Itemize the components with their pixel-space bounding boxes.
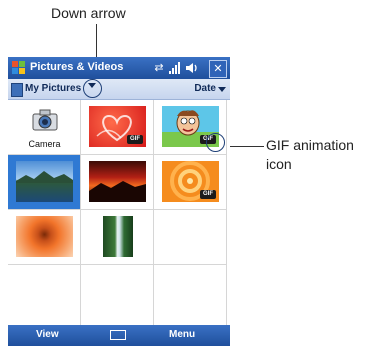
gif-callout-line2: icon (266, 156, 292, 172)
down-arrow-highlight (83, 79, 102, 98)
keyboard-icon[interactable] (110, 330, 126, 340)
signal-icon[interactable] (168, 61, 182, 75)
device-screen: Pictures & Videos ⇄ ✕ My Pictures Date C… (8, 57, 230, 346)
camera-tile[interactable]: Camera (8, 100, 81, 155)
gif-animation-icon: GIF (200, 190, 216, 199)
title-bar: Pictures & Videos ⇄ ✕ (8, 57, 230, 79)
camera-label: Camera (28, 139, 61, 149)
flower-image (16, 216, 73, 257)
soft-key-bar: View Menu (8, 325, 230, 346)
sunset-image (89, 161, 146, 202)
heart-image: GIF (89, 106, 146, 147)
thumbnail-lake[interactable] (8, 155, 81, 210)
gif-leader (226, 146, 264, 147)
menu-softkey[interactable]: Menu (169, 329, 195, 340)
down-arrow-callout: Down arrow (51, 5, 126, 21)
gif-icon-highlight (206, 133, 225, 152)
sort-dropdown[interactable]: Date (194, 83, 216, 94)
sync-icon[interactable]: ⇄ (152, 61, 166, 75)
thumbnail-waterfall[interactable] (81, 210, 154, 265)
gif-callout-line1: GIF animation (266, 137, 354, 153)
thumbnail-heart[interactable]: GIF (81, 100, 154, 155)
thumbnail-flower[interactable] (8, 210, 81, 265)
empty-cell (8, 265, 81, 325)
down-arrow-icon[interactable] (88, 83, 96, 88)
windows-start-icon[interactable] (11, 60, 26, 75)
folder-icon (11, 83, 23, 97)
folder-dropdown[interactable]: My Pictures (25, 83, 81, 94)
thumbnail-grid: Camera GIF GIF GIF (8, 100, 230, 325)
orange-circles-image: GIF (162, 161, 219, 202)
thumbnail-orange-circles[interactable]: GIF (154, 155, 227, 210)
empty-cell (154, 210, 227, 265)
folder-toolbar: My Pictures Date (8, 79, 230, 100)
close-button[interactable]: ✕ (209, 60, 227, 78)
empty-cell (154, 265, 227, 325)
empty-cell (81, 265, 154, 325)
gif-animation-icon: GIF (127, 135, 143, 144)
waterfall-image (103, 216, 133, 257)
thumbnail-sunset[interactable] (81, 155, 154, 210)
app-title: Pictures & Videos (30, 61, 124, 73)
volume-icon[interactable] (185, 61, 199, 75)
camera-icon (32, 109, 58, 131)
view-softkey[interactable]: View (36, 329, 59, 340)
sort-chevron-down-icon[interactable] (218, 87, 226, 92)
lake-image (16, 161, 73, 202)
